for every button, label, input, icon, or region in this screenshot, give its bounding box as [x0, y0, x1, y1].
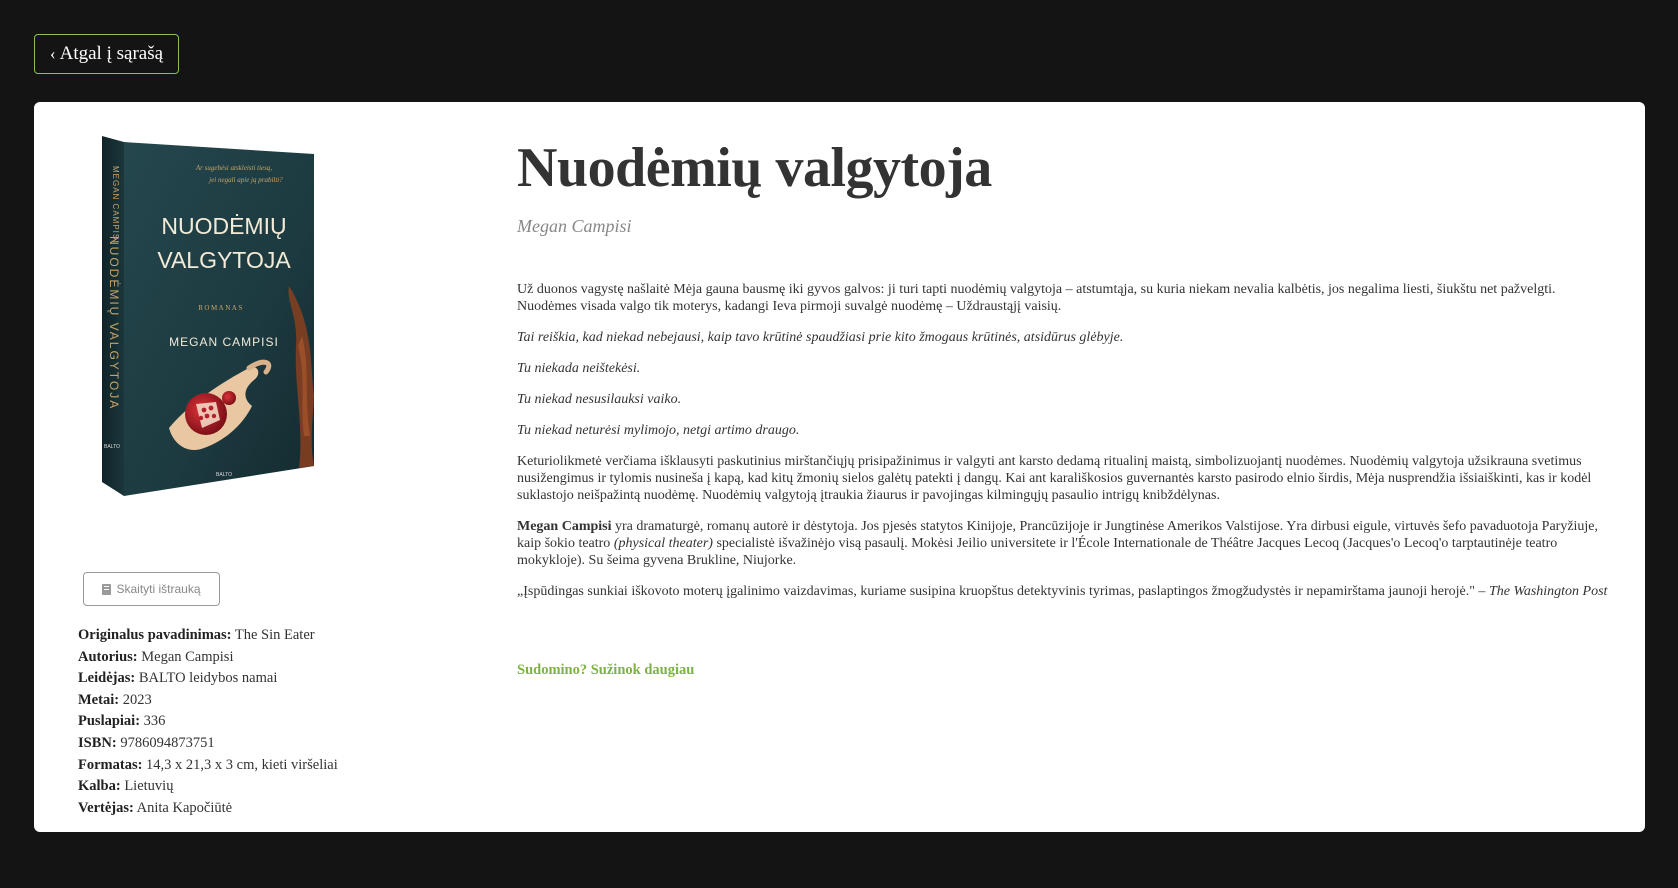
book-description: Už duonos vagystę našlaitė Mėja gauna ba…: [517, 281, 1617, 600]
detail-row: Metai: 2023: [78, 691, 152, 708]
description-paragraph: Tai reiškia, kad niekad nebejausi, kaip …: [517, 330, 1124, 345]
back-to-list-button[interactable]: ‹ Atgal į sąrašą: [34, 34, 179, 74]
detail-row: Leidėjas: BALTO leidybos namai: [78, 670, 278, 687]
book-icon: [102, 583, 112, 595]
book-detail-card: MEGAN CAMPISI NUODĖMIŲ VALGYTOJA BALTO A…: [34, 102, 1645, 832]
book-main: Nuodėmių valgytoja Megan Campisi Už duon…: [517, 136, 1617, 679]
book-title: Nuodėmių valgytoja: [517, 137, 992, 199]
author-bio: Megan Campisi yra dramaturgė, romanų aut…: [517, 519, 1599, 568]
cover-title-2: VALGYTOJA: [157, 247, 291, 273]
read-excerpt-label: Skaityti ištrauką: [116, 582, 201, 596]
book-details-list: Originalus pavadinimas: The Sin Eater Au…: [78, 625, 338, 819]
detail-row: Kalba: Lietuvių: [78, 778, 174, 795]
book-cover-image: MEGAN CAMPISI NUODĖMIŲ VALGYTOJA BALTO A…: [74, 136, 364, 516]
cover-publisher: BALTO: [216, 472, 232, 478]
description-paragraph: Tu niekada neištekėsi.: [517, 361, 641, 376]
cover-tagline-1: Ar sugebėsi atskleisti tiesą,: [195, 164, 272, 172]
chevron-left-icon: ‹: [49, 44, 56, 63]
cover-tagline-2: jei negali apie ją prabilti?: [208, 176, 283, 184]
detail-row: Originalus pavadinimas: The Sin Eater: [78, 627, 315, 643]
back-button-label: Atgal į sąrašą: [59, 43, 164, 64]
detail-row: ISBN: 9786094873751: [78, 734, 215, 751]
cover-spine-title: NUODĖMIŲ VALGYTOJA: [107, 236, 121, 410]
book-author: Megan Campisi: [517, 216, 632, 236]
cover-author: MEGAN CAMPISI: [169, 335, 279, 349]
cover-title-1: NUODĖMIŲ: [161, 213, 286, 239]
description-paragraph: Tu niekad nesusilauksi vaiko.: [517, 392, 682, 407]
detail-row: Autorius: Megan Campisi: [78, 648, 234, 665]
detail-row: Formatas: 14,3 x 21,3 x 3 cm, kieti virš…: [78, 756, 338, 773]
cover-genre: ROMANAS: [198, 304, 244, 312]
cover-spine-publisher: BALTO: [104, 444, 120, 450]
detail-row: Puslapiai: 336: [78, 713, 166, 730]
cover-spine-author: MEGAN CAMPISI: [111, 166, 120, 243]
description-paragraph: Tu niekad neturėsi mylimojo, netgi artim…: [517, 423, 800, 438]
description-paragraph: Už duonos vagystę našlaitė Mėja gauna ba…: [517, 282, 1556, 314]
description-paragraph: Keturiolikmetė verčiama išklausyti pasku…: [517, 454, 1592, 503]
review-quote: „Įspūdingas sunkiai iškovoto moterų įgal…: [517, 584, 1608, 599]
detail-row: Vertėjas: Anita Kapočiūtė: [78, 799, 233, 816]
learn-more-link[interactable]: Sudomino? Sužinok daugiau: [517, 662, 694, 679]
read-excerpt-button[interactable]: Skaityti ištrauką: [83, 572, 220, 606]
